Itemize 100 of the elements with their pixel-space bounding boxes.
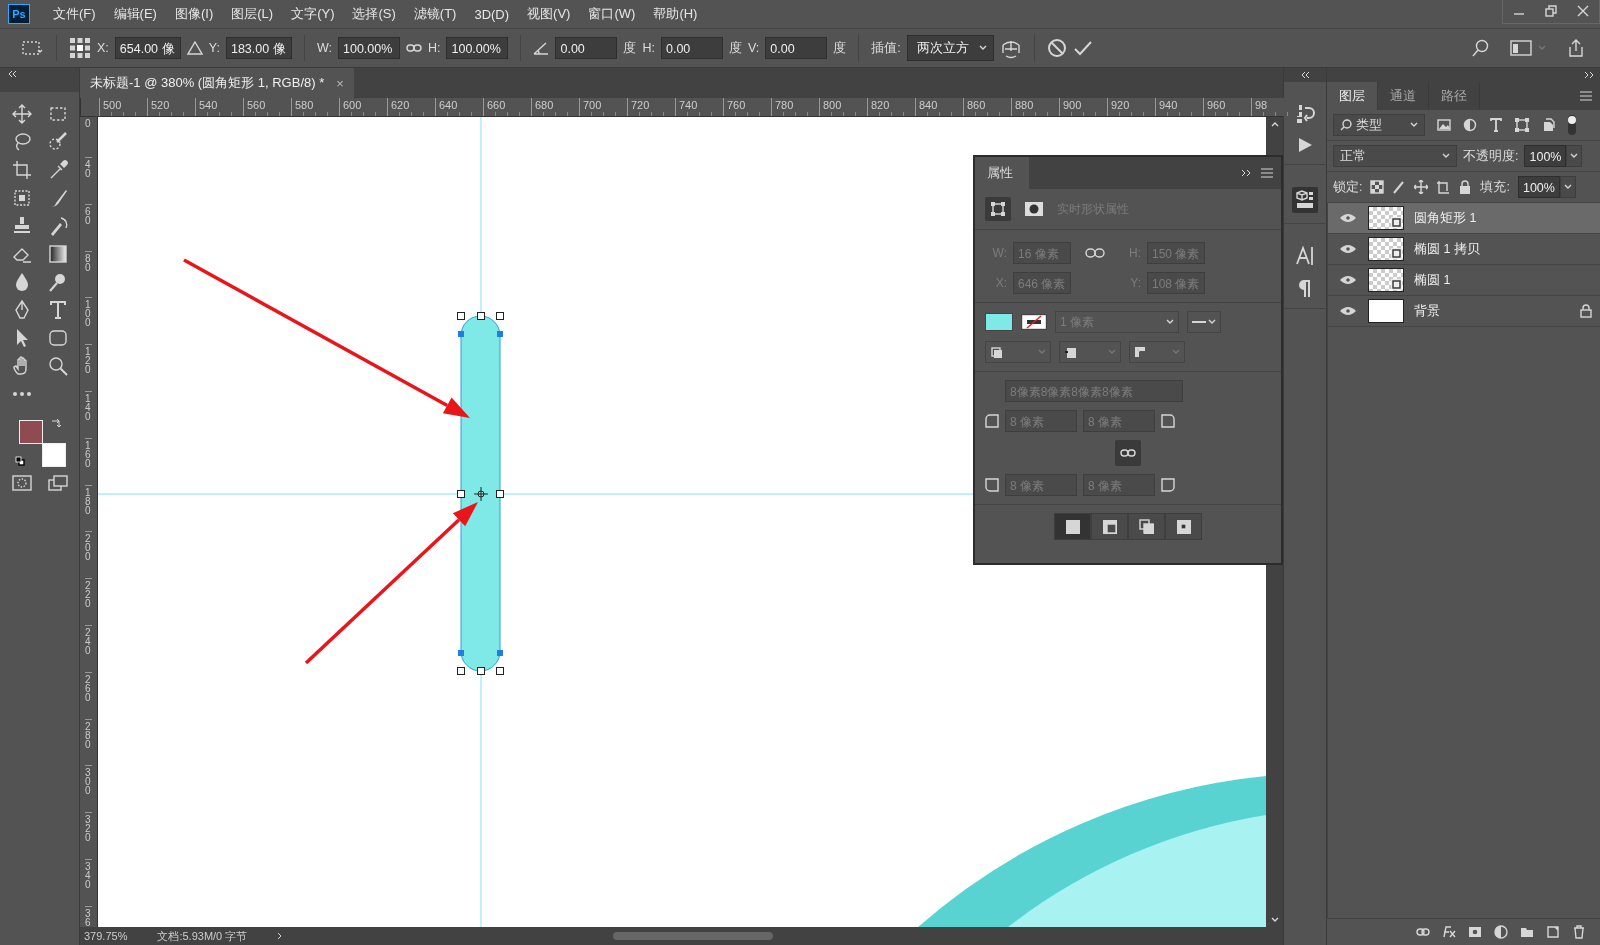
- smart-object-filter-icon[interactable]: [1541, 118, 1555, 132]
- type-filter-icon[interactable]: [1489, 118, 1503, 132]
- lock-position-icon[interactable]: [1414, 180, 1429, 194]
- menu-item[interactable]: 图像(I): [165, 5, 223, 23]
- value-field[interactable]: 183.00 像: [225, 37, 292, 59]
- menu-item[interactable]: 图层(L): [222, 5, 283, 23]
- menu-item[interactable]: 文件(F): [44, 5, 105, 23]
- rounded-rectangle-tool-icon[interactable]: [46, 327, 69, 349]
- transform-handle[interactable]: [496, 490, 504, 498]
- adjustment-filter-icon[interactable]: [1463, 118, 1477, 132]
- angle-icon[interactable]: [533, 41, 550, 55]
- default-colors-icon[interactable]: [14, 456, 25, 466]
- rounded-rectangle-shape[interactable]: [460, 315, 501, 672]
- collapse-icon[interactable]: [1584, 71, 1596, 79]
- menu-item[interactable]: 滤镜(T): [404, 5, 466, 23]
- visibility-eye-icon[interactable]: [1338, 212, 1358, 224]
- layer-style-icon[interactable]: [1442, 925, 1456, 939]
- transform-handle[interactable]: [477, 667, 485, 675]
- menu-item[interactable]: 帮助(H): [644, 5, 707, 23]
- app-logo[interactable]: Ps: [8, 4, 30, 24]
- lock-transparency-icon[interactable]: [1370, 180, 1385, 194]
- folder-icon[interactable]: [1520, 925, 1534, 939]
- menu-item[interactable]: 3D(D): [465, 6, 519, 22]
- visibility-eye-icon[interactable]: [1338, 305, 1358, 317]
- interpolation-dropdown[interactable]: 两次立方: [906, 35, 994, 61]
- delta-icon[interactable]: [186, 41, 203, 55]
- value-field[interactable]: 0.00: [765, 37, 828, 59]
- visibility-eye-icon[interactable]: [1338, 243, 1358, 255]
- transform-handle[interactable]: [457, 312, 465, 320]
- crop-tool-icon[interactable]: [10, 159, 33, 181]
- fill-field[interactable]: 100%: [1517, 176, 1560, 198]
- value-field[interactable]: 100.00%: [446, 37, 509, 59]
- value-field[interactable]: 654.00 像: [114, 37, 181, 59]
- workspace-icon[interactable]: [1510, 40, 1532, 56]
- foreground-color-swatch[interactable]: [18, 420, 43, 444]
- background-color-swatch[interactable]: [41, 443, 66, 467]
- actions-play-icon[interactable]: [1296, 136, 1314, 154]
- value-field[interactable]: 0.00: [661, 37, 723, 59]
- visibility-eye-icon[interactable]: [1338, 274, 1358, 286]
- quick-selection-tool-icon[interactable]: [46, 131, 69, 153]
- link-icon[interactable]: [406, 43, 422, 53]
- scroll-up-icon[interactable]: [1270, 121, 1279, 127]
- menu-item[interactable]: 选择(S): [343, 5, 405, 23]
- tab-close-button[interactable]: ×: [336, 75, 344, 91]
- lock-icon[interactable]: [1580, 304, 1592, 318]
- opacity-dropdown-button[interactable]: [1566, 145, 1583, 167]
- layer-row[interactable]: 圆角矩形 1: [1328, 203, 1600, 234]
- transform-handle[interactable]: [457, 490, 465, 498]
- history-icon[interactable]: [1295, 104, 1315, 124]
- lock-all-icon[interactable]: [1458, 180, 1473, 194]
- new-layer-icon[interactable]: [1546, 925, 1560, 939]
- share-icon[interactable]: [1566, 38, 1586, 58]
- paragraph-panel-icon[interactable]: [1297, 278, 1313, 298]
- layer-row[interactable]: 椭圆 1: [1328, 265, 1600, 296]
- scroll-down-icon[interactable]: [1270, 917, 1279, 923]
- adjustment-layer-icon[interactable]: [1494, 925, 1508, 939]
- opacity-field[interactable]: 100%: [1524, 145, 1567, 167]
- layer-filter-dropdown[interactable]: 类型: [1333, 114, 1425, 136]
- menu-item[interactable]: 文字(Y): [282, 5, 344, 23]
- cancel-icon[interactable]: [1046, 38, 1067, 58]
- character-panel-icon[interactable]: [1295, 246, 1315, 266]
- quick-mask-icon[interactable]: [10, 474, 33, 492]
- trash-icon[interactable]: [1572, 925, 1586, 939]
- screen-mode-icon[interactable]: [46, 474, 69, 492]
- collapse-icon[interactable]: [6, 70, 18, 78]
- shape-filter-icon[interactable]: [1515, 118, 1529, 132]
- value-field[interactable]: 0.00: [555, 37, 618, 59]
- zoom-tool-icon[interactable]: [46, 355, 69, 377]
- 3d-panel-icon[interactable]: [1292, 187, 1318, 213]
- blend-mode-dropdown[interactable]: 正常: [1333, 145, 1457, 167]
- transform-handle[interactable]: [496, 667, 504, 675]
- panel-tab[interactable]: 路径: [1429, 82, 1480, 110]
- move-tool-icon[interactable]: [10, 103, 33, 125]
- layer-mask-icon[interactable]: [1468, 925, 1482, 939]
- menu-item[interactable]: 窗口(W): [579, 5, 645, 23]
- layer-row[interactable]: 背景: [1328, 296, 1600, 327]
- transform-handle[interactable]: [477, 312, 485, 320]
- transform-handle[interactable]: [496, 312, 504, 320]
- link-layers-icon[interactable]: [1416, 925, 1430, 939]
- field-label: W:: [316, 41, 332, 55]
- lock-pixels-icon[interactable]: [1392, 180, 1407, 194]
- reference-point-icon[interactable]: [473, 486, 489, 502]
- panel-tab[interactable]: 图层: [1327, 82, 1378, 110]
- search-icon[interactable]: [1472, 39, 1490, 57]
- filter-toggle-icon[interactable]: [1567, 114, 1577, 136]
- pixel-layer-filter-icon[interactable]: [1437, 118, 1451, 132]
- panel-tab[interactable]: 通道: [1378, 82, 1429, 110]
- transform-handle[interactable]: [457, 667, 465, 675]
- horizontal-scroll-thumb[interactable]: [613, 932, 774, 940]
- layer-row[interactable]: 椭圆 1 拷贝: [1328, 234, 1600, 265]
- collapse-icon[interactable]: [1299, 71, 1311, 79]
- panel-menu-icon[interactable]: [1580, 91, 1592, 101]
- document-tab[interactable]: 未标题-1 @ 380% (圆角矩形 1, RGB/8) * ×: [80, 68, 354, 98]
- menu-item[interactable]: 编辑(E): [104, 5, 166, 23]
- reference-point-icon[interactable]: [69, 37, 91, 59]
- lock-artboard-icon[interactable]: [1436, 180, 1451, 194]
- gradient-tool-icon[interactable]: [46, 243, 69, 265]
- swap-colors-icon[interactable]: [50, 418, 61, 428]
- value-field[interactable]: 100.00%: [338, 37, 400, 59]
- menu-item[interactable]: 视图(V): [518, 5, 580, 23]
